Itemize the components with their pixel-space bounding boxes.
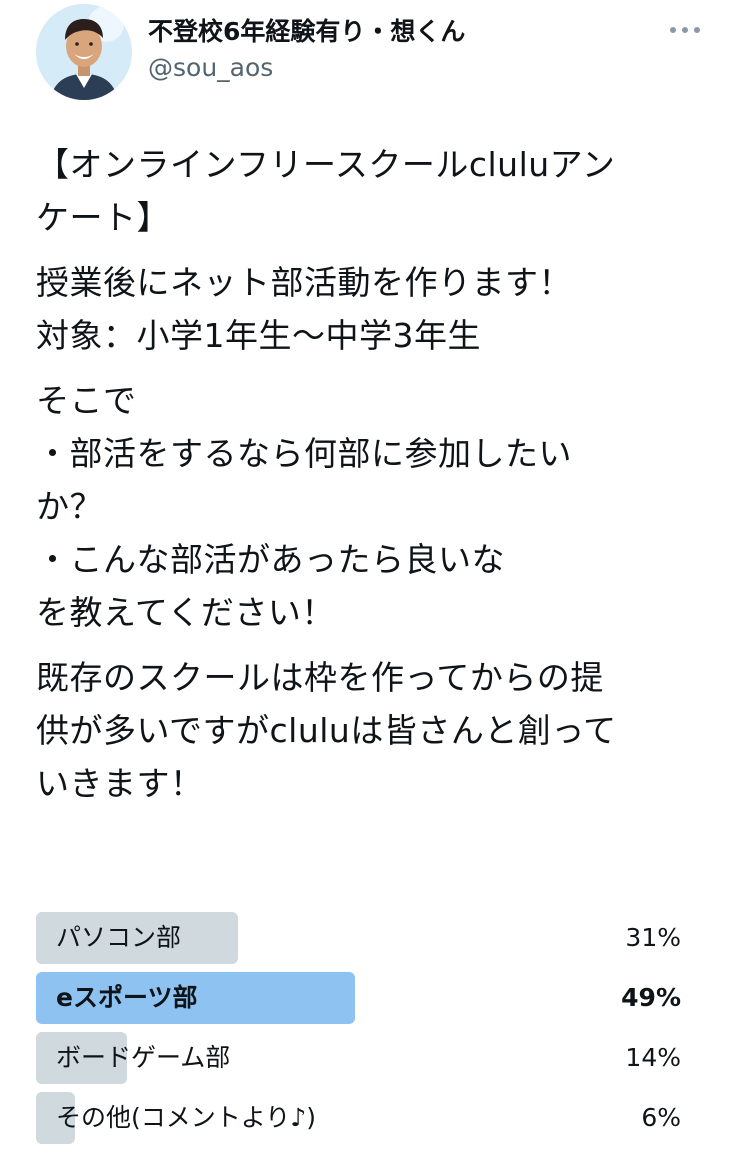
tweet-line: か？	[36, 487, 103, 526]
tweet-line: そこで	[36, 381, 137, 420]
tweet-line: を教えてください！	[36, 593, 335, 632]
tweet-line: 対象：小学1年生〜中学3年生	[36, 316, 481, 355]
poll-option-label: ボードゲーム部	[56, 1043, 231, 1072]
tweet-line: ケート】	[36, 198, 170, 237]
poll-option-label: パソコン部	[56, 923, 182, 952]
display-name[interactable]: 不登校6年経験有り・想くん	[148, 16, 465, 48]
profile-photo-icon	[36, 4, 132, 100]
poll-option-percent: 49%	[621, 983, 681, 1012]
tweet-paragraph: 既存のスクールは枠を作ってからの提 供が多いですがcluluは皆さんと創って い…	[36, 651, 702, 810]
poll-option[interactable]: ボードゲーム部 14%	[36, 1032, 681, 1084]
tweet-line: ・こんな部活があったら良いな	[36, 540, 505, 579]
poll-option[interactable]: eスポーツ部 49%	[36, 972, 681, 1024]
poll-option[interactable]: その他(コメントより♪) 6%	[36, 1092, 681, 1144]
tweet-line: いきます！	[36, 764, 204, 803]
more-options-icon[interactable]	[670, 20, 700, 40]
tweet-paragraph: 【オンラインフリースクールcluluアン ケート】	[36, 138, 702, 244]
poll: パソコン部 31% eスポーツ部 49% ボードゲーム部 14% その他(コメントより♪) 6…	[36, 912, 681, 1152]
avatar[interactable]	[36, 4, 132, 100]
tweet-text: 【オンラインフリースクールcluluアン ケート】 授業後にネット部活動を作りま…	[36, 138, 702, 822]
tweet-line: 授業後にネット部活動を作ります！	[36, 263, 572, 302]
tweet-paragraph: そこで ・部活をするなら何部に参加したい か？ ・こんな部活があったら良いな を…	[36, 374, 702, 639]
poll-option-label: その他(コメントより♪)	[56, 1103, 316, 1132]
poll-option-label: eスポーツ部	[56, 983, 198, 1012]
tweet-line: 供が多いですがcluluは皆さんと創って	[36, 711, 617, 750]
poll-option-percent: 14%	[625, 1043, 681, 1072]
tweet-line: 【オンラインフリースクールcluluアン	[36, 145, 616, 184]
poll-option[interactable]: パソコン部 31%	[36, 912, 681, 964]
tweet-line: ・部活をするなら何部に参加したい	[36, 434, 572, 473]
poll-option-percent: 6%	[641, 1103, 681, 1132]
tweet-line: 既存のスクールは枠を作ってからの提	[36, 658, 604, 697]
tweet-header: 不登校6年経験有り・想くん @sou_aos	[0, 0, 736, 110]
user-handle[interactable]: @sou_aos	[148, 52, 273, 84]
tweet-paragraph: 授業後にネット部活動を作ります！ 対象：小学1年生〜中学3年生	[36, 256, 702, 362]
poll-option-percent: 31%	[625, 923, 681, 952]
